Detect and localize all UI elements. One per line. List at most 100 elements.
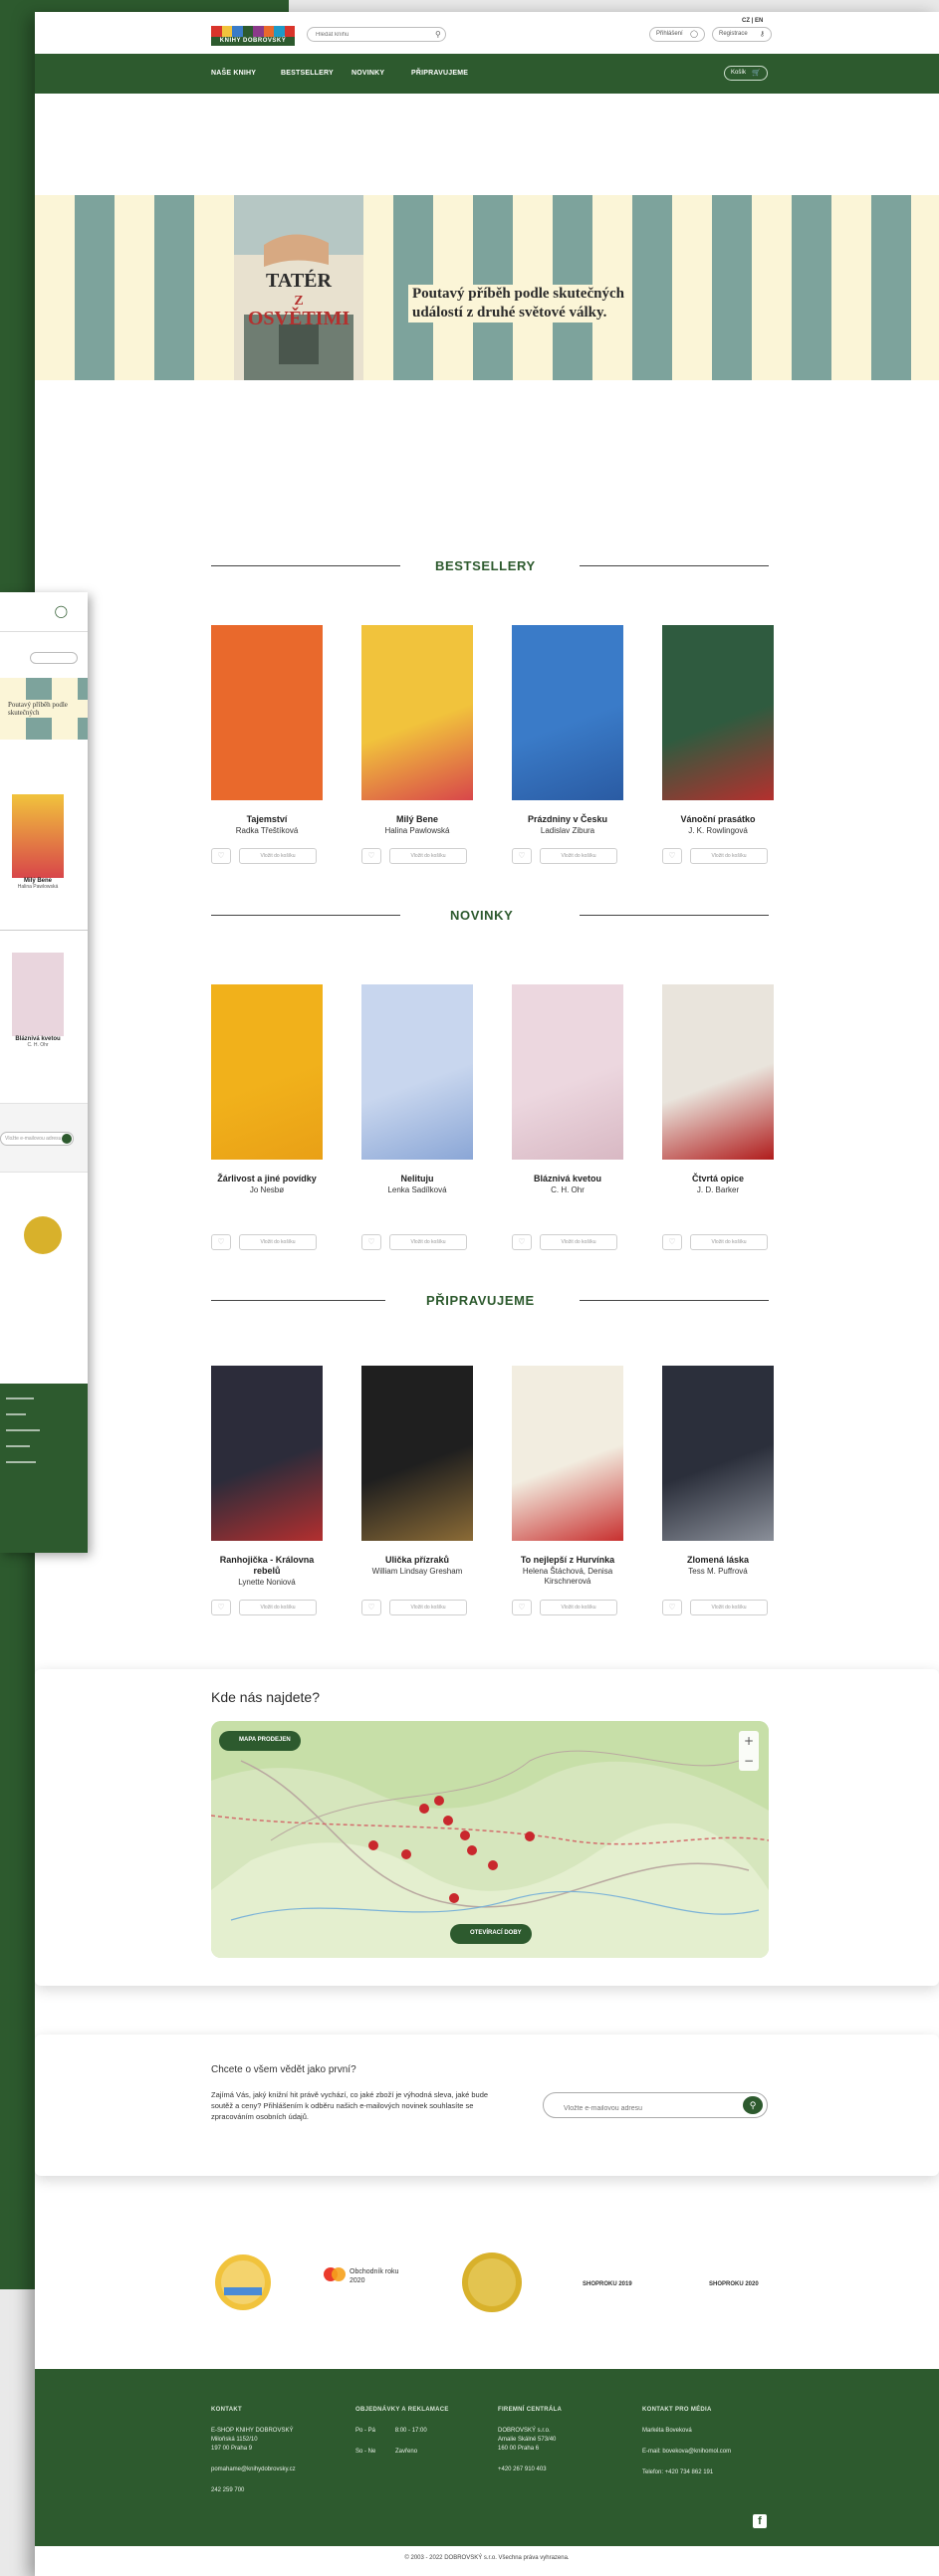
book-cover[interactable] xyxy=(662,1366,774,1541)
add-to-cart-button[interactable]: Vložit do košíku xyxy=(690,1234,768,1250)
book-cover[interactable] xyxy=(361,1366,473,1541)
book-author: Halina Pawlowská xyxy=(384,826,450,835)
book-title[interactable]: Prázdniny v Česku xyxy=(512,814,623,825)
book-title[interactable]: Ulička přízraků xyxy=(361,1555,473,1566)
wishlist-heart-icon[interactable]: ♡ xyxy=(211,848,231,864)
opening-hours-button[interactable]: OTEVÍRACÍ DOBY xyxy=(450,1924,532,1944)
footer-orders: OBJEDNÁVKY A REKLAMACE Po - Pá 8:00 - 17… xyxy=(355,2407,475,2457)
footer-hq-phone[interactable]: +420 267 910 403 xyxy=(498,2466,617,2474)
book-card[interactable]: Ulička přízraků William Lindsay Gresham xyxy=(361,1366,473,1577)
wishlist-heart-icon[interactable]: ♡ xyxy=(512,848,532,864)
newsletter-email-input[interactable] xyxy=(543,2092,768,2118)
add-to-cart-button[interactable]: Vložit do košíku xyxy=(690,1600,768,1615)
book-title[interactable]: Nelituju xyxy=(361,1174,473,1184)
book-card[interactable]: Prázdniny v Česku Ladislav Zibura xyxy=(512,625,623,836)
book-card[interactable]: Milý Bene Halina Pawlowská xyxy=(361,625,473,836)
wishlist-heart-icon[interactable]: ♡ xyxy=(662,848,682,864)
search-icon[interactable]: ⚲ xyxy=(435,30,441,39)
nav-bestsellery[interactable]: BESTSELLERY xyxy=(281,70,334,77)
heureka-badge[interactable] xyxy=(214,2254,272,2311)
book-card[interactable]: Nelituju Lenka Sadílková xyxy=(361,984,473,1195)
add-to-cart-button[interactable]: Vložit do košíku xyxy=(540,1600,617,1615)
search-input[interactable] xyxy=(307,27,446,42)
book-author: Helena Štáchová, Denisa Kirschnerová xyxy=(522,1567,613,1586)
store-map[interactable]: MAPA PRODEJEN OTEVÍRACÍ DOBY + − xyxy=(211,1721,769,1958)
login-button[interactable]: Přihlášení ◯ xyxy=(649,27,705,42)
book-card[interactable]: Čtvrtá opice J. D. Barker xyxy=(662,984,774,1195)
sluzba-badge[interactable] xyxy=(461,2252,523,2313)
book-actions: ♡ Vložit do košíku xyxy=(662,848,774,864)
book-cover[interactable] xyxy=(211,1366,323,1541)
book-title[interactable]: Žárlivost a jiné povídky xyxy=(211,1174,323,1184)
book-title[interactable]: Milý Bene xyxy=(361,814,473,825)
wishlist-heart-icon[interactable]: ♡ xyxy=(512,1600,532,1615)
add-to-cart-button[interactable]: Vložit do košíku xyxy=(239,848,317,864)
footer-contact-line: Miloňská 1152/10 xyxy=(211,2437,258,2443)
footer-media-email[interactable]: E-mail: bovekova@knihomol.com xyxy=(642,2448,772,2457)
promo-banner[interactable]: TATÉR Z OSVĚTIMI Poutavý příběh podle sk… xyxy=(35,195,939,380)
book-title[interactable]: Vánoční prasátko xyxy=(662,814,774,825)
add-to-cart-button[interactable]: Vložit do košíku xyxy=(239,1234,317,1250)
wishlist-heart-icon[interactable]: ♡ xyxy=(211,1600,231,1615)
book-card[interactable]: Zlomená láska Tess M. Puffrová xyxy=(662,1366,774,1577)
add-to-cart-button[interactable]: Vložit do košíku xyxy=(239,1600,317,1615)
wishlist-heart-icon[interactable]: ♡ xyxy=(512,1234,532,1250)
banner-book-cover[interactable]: TATÉR Z OSVĚTIMI xyxy=(234,195,363,380)
book-title[interactable]: Zlomená láska xyxy=(662,1555,774,1566)
footer-email-link[interactable]: pomahame@knihydobrovsky.cz xyxy=(211,2466,341,2474)
book-title[interactable]: Tajemství xyxy=(211,814,323,825)
wishlist-heart-icon[interactable]: ♡ xyxy=(361,1600,381,1615)
add-to-cart-button[interactable]: Vložit do košíku xyxy=(690,848,768,864)
book-title[interactable]: Ranhojička - Královna rebelů xyxy=(211,1555,323,1577)
section-heading[interactable]: PŘIPRAVUJEME xyxy=(426,1293,535,1308)
book-actions: ♡ Vložit do košíku xyxy=(211,1600,323,1615)
wishlist-heart-icon[interactable]: ♡ xyxy=(361,848,381,864)
book-title[interactable]: Bláznivá kvetou xyxy=(512,1174,623,1184)
map-title: Kde nás najdete? xyxy=(211,1689,320,1705)
wishlist-heart-icon[interactable]: ♡ xyxy=(662,1234,682,1250)
add-to-cart-button[interactable]: Vložit do košíku xyxy=(540,1234,617,1250)
book-cover[interactable] xyxy=(361,625,473,800)
book-cover[interactable] xyxy=(512,1366,623,1541)
cart-button[interactable]: Košík 🛒 xyxy=(724,66,768,81)
book-card[interactable]: To nejlepší z Hurvínka Helena Štáchová, D… xyxy=(512,1366,623,1587)
book-cover[interactable] xyxy=(662,984,774,1160)
facebook-icon[interactable]: f xyxy=(753,2514,767,2528)
footer-phone[interactable]: 242 259 700 xyxy=(211,2486,341,2495)
book-card[interactable]: Žárlivost a jiné povídky Jo Nesbø xyxy=(211,984,323,1195)
nav-pripravujeme[interactable]: PŘIPRAVUJEME xyxy=(411,70,468,77)
banner-headline-1: Poutavý příběh podle skutečných xyxy=(412,286,624,302)
footer-contact-line: 197 00 Praha 9 xyxy=(211,2446,253,2452)
footer-media-phone[interactable]: Telefon: +420 734 862 191 xyxy=(642,2469,772,2477)
book-cover[interactable] xyxy=(512,984,623,1160)
map-zoom-control[interactable]: + − xyxy=(739,1731,759,1771)
nav-nase-knihy[interactable]: NAŠE KNIHY xyxy=(211,70,256,77)
nav-novinky[interactable]: NOVINKY xyxy=(352,70,384,77)
register-button[interactable]: Registrace ⚷ xyxy=(712,27,772,42)
logo[interactable]: KNIHY DOBROVSKÝ xyxy=(211,26,295,46)
book-cover[interactable] xyxy=(512,625,623,800)
book-cover[interactable] xyxy=(361,984,473,1160)
add-to-cart-button[interactable]: Vložit do košíku xyxy=(389,1600,467,1615)
book-card[interactable]: Tajemství Radka Třeštíková xyxy=(211,625,323,836)
book-cover[interactable] xyxy=(211,984,323,1160)
book-title[interactable]: To nejlepší z Hurvínka xyxy=(512,1555,623,1566)
newsletter-submit-button[interactable]: ⚲ xyxy=(743,2096,763,2114)
wishlist-heart-icon[interactable]: ♡ xyxy=(662,1600,682,1615)
book-card[interactable]: Ranhojička - Královna rebelů Lynette Noni… xyxy=(211,1366,323,1588)
language-switch[interactable]: CZ | EN xyxy=(742,18,763,24)
wishlist-heart-icon[interactable]: ♡ xyxy=(211,1234,231,1250)
book-title[interactable]: Čtvrtá opice xyxy=(662,1174,774,1184)
book-cover[interactable] xyxy=(211,625,323,800)
book-card[interactable]: Bláznivá kvetou C. H. Ohr xyxy=(512,984,623,1195)
book-card[interactable]: Vánoční prasátko J. K. Rowlingová xyxy=(662,625,774,836)
add-to-cart-button[interactable]: Vložit do košíku xyxy=(389,1234,467,1250)
add-to-cart-button[interactable]: Vložit do košíku xyxy=(540,848,617,864)
newsletter-card: Chcete o všem vědět jako první? Zajímá V… xyxy=(35,2035,939,2176)
map-prodejen-button[interactable]: MAPA PRODEJEN xyxy=(219,1731,301,1751)
add-to-cart-button[interactable]: Vložit do košíku xyxy=(389,848,467,864)
wishlist-heart-icon[interactable]: ♡ xyxy=(361,1234,381,1250)
section-heading[interactable]: BESTSELLERY xyxy=(435,558,536,573)
section-heading[interactable]: NOVINKY xyxy=(450,908,513,923)
book-cover[interactable] xyxy=(662,625,774,800)
